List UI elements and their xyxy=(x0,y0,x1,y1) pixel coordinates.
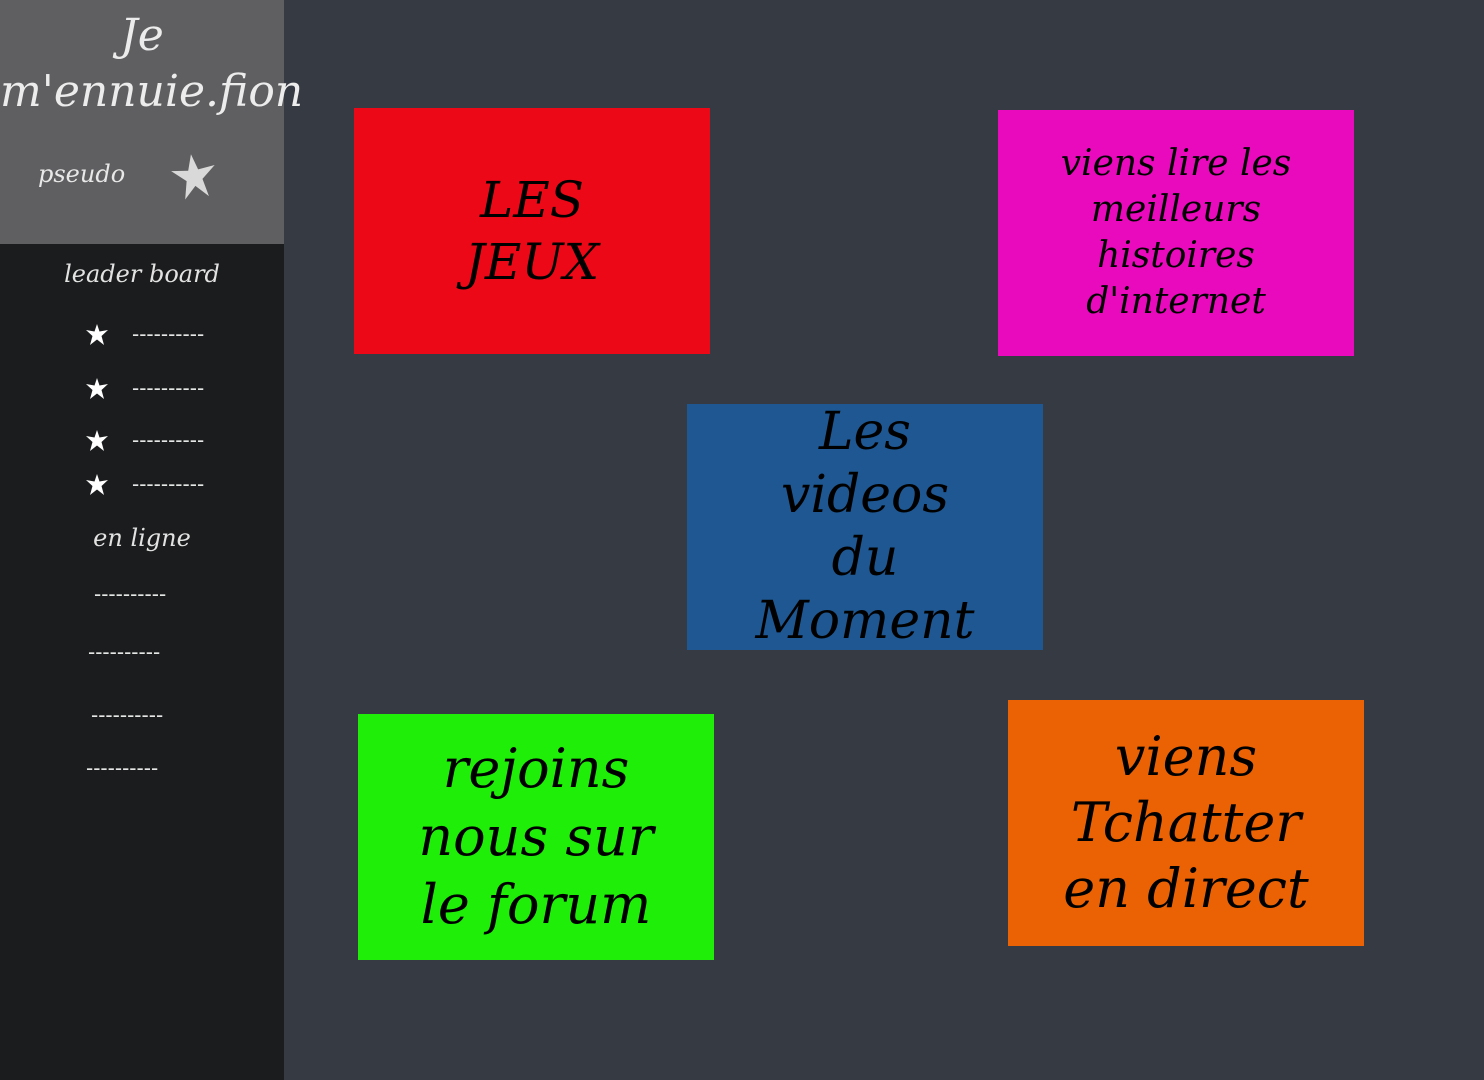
stories-tile-line: histoires xyxy=(1097,235,1255,276)
online-title: en ligne xyxy=(93,524,191,552)
online-user[interactable]: ---------- xyxy=(88,640,160,664)
leaderboard-entry-name: ---------- xyxy=(132,376,205,400)
leaderboard-entry-name: ---------- xyxy=(132,472,205,496)
videos-tile[interactable]: Les videos du Moment xyxy=(687,402,1043,651)
star-icon xyxy=(86,430,108,451)
games-tile-line: LES xyxy=(480,171,584,229)
star-icon[interactable] xyxy=(168,150,220,202)
leaderboard-title: leader board xyxy=(64,260,220,288)
star-icon xyxy=(86,324,108,345)
chat-tile[interactable]: viens Tchatter en direct xyxy=(1008,700,1364,946)
online-user[interactable]: ---------- xyxy=(86,756,158,780)
site-title-line2: m'ennuie.fion xyxy=(0,66,304,117)
forum-tile-line: rejoins xyxy=(442,737,630,800)
games-tile[interactable]: LES JEUX xyxy=(354,108,710,354)
stories-tile-line: viens lire les xyxy=(1060,143,1292,184)
leaderboard-entry-name: ---------- xyxy=(132,322,205,346)
leaderboard-entry-name: ---------- xyxy=(132,428,205,452)
videos-tile-line: Les videos xyxy=(780,402,950,525)
chat-tile-line: en direct xyxy=(1063,857,1309,920)
forum-tile[interactable]: rejoins nous sur le forum xyxy=(358,714,714,960)
chat-tile-line: Tchatter xyxy=(1070,791,1302,854)
star-icon xyxy=(86,474,108,495)
site-title-line1: Je xyxy=(120,10,164,61)
sidebar-header: Je m'ennuie.fion pseudo xyxy=(0,0,304,244)
videos-tile-line: du xyxy=(831,528,899,588)
site-title[interactable]: Je m'ennuie.fion xyxy=(0,8,304,120)
stories-tile-line: meilleurs xyxy=(1090,189,1262,230)
stories-tile[interactable]: viens lire les meilleurs histoires d'int… xyxy=(998,110,1354,356)
pseudo-label[interactable]: pseudo xyxy=(38,160,125,188)
videos-tile-line: Moment xyxy=(755,591,975,651)
star-icon xyxy=(86,378,108,399)
games-tile-line: JEUX xyxy=(464,233,600,291)
forum-tile-line: nous sur xyxy=(418,805,654,868)
sidebar: Je m'ennuie.fion pseudo leader board ---… xyxy=(0,0,304,1080)
forum-tile-line: le forum xyxy=(420,873,652,936)
stories-tile-line: d'internet xyxy=(1086,281,1266,322)
online-user[interactable]: ---------- xyxy=(91,703,163,727)
chat-tile-line: viens xyxy=(1114,725,1258,788)
online-user[interactable]: ---------- xyxy=(94,582,166,606)
